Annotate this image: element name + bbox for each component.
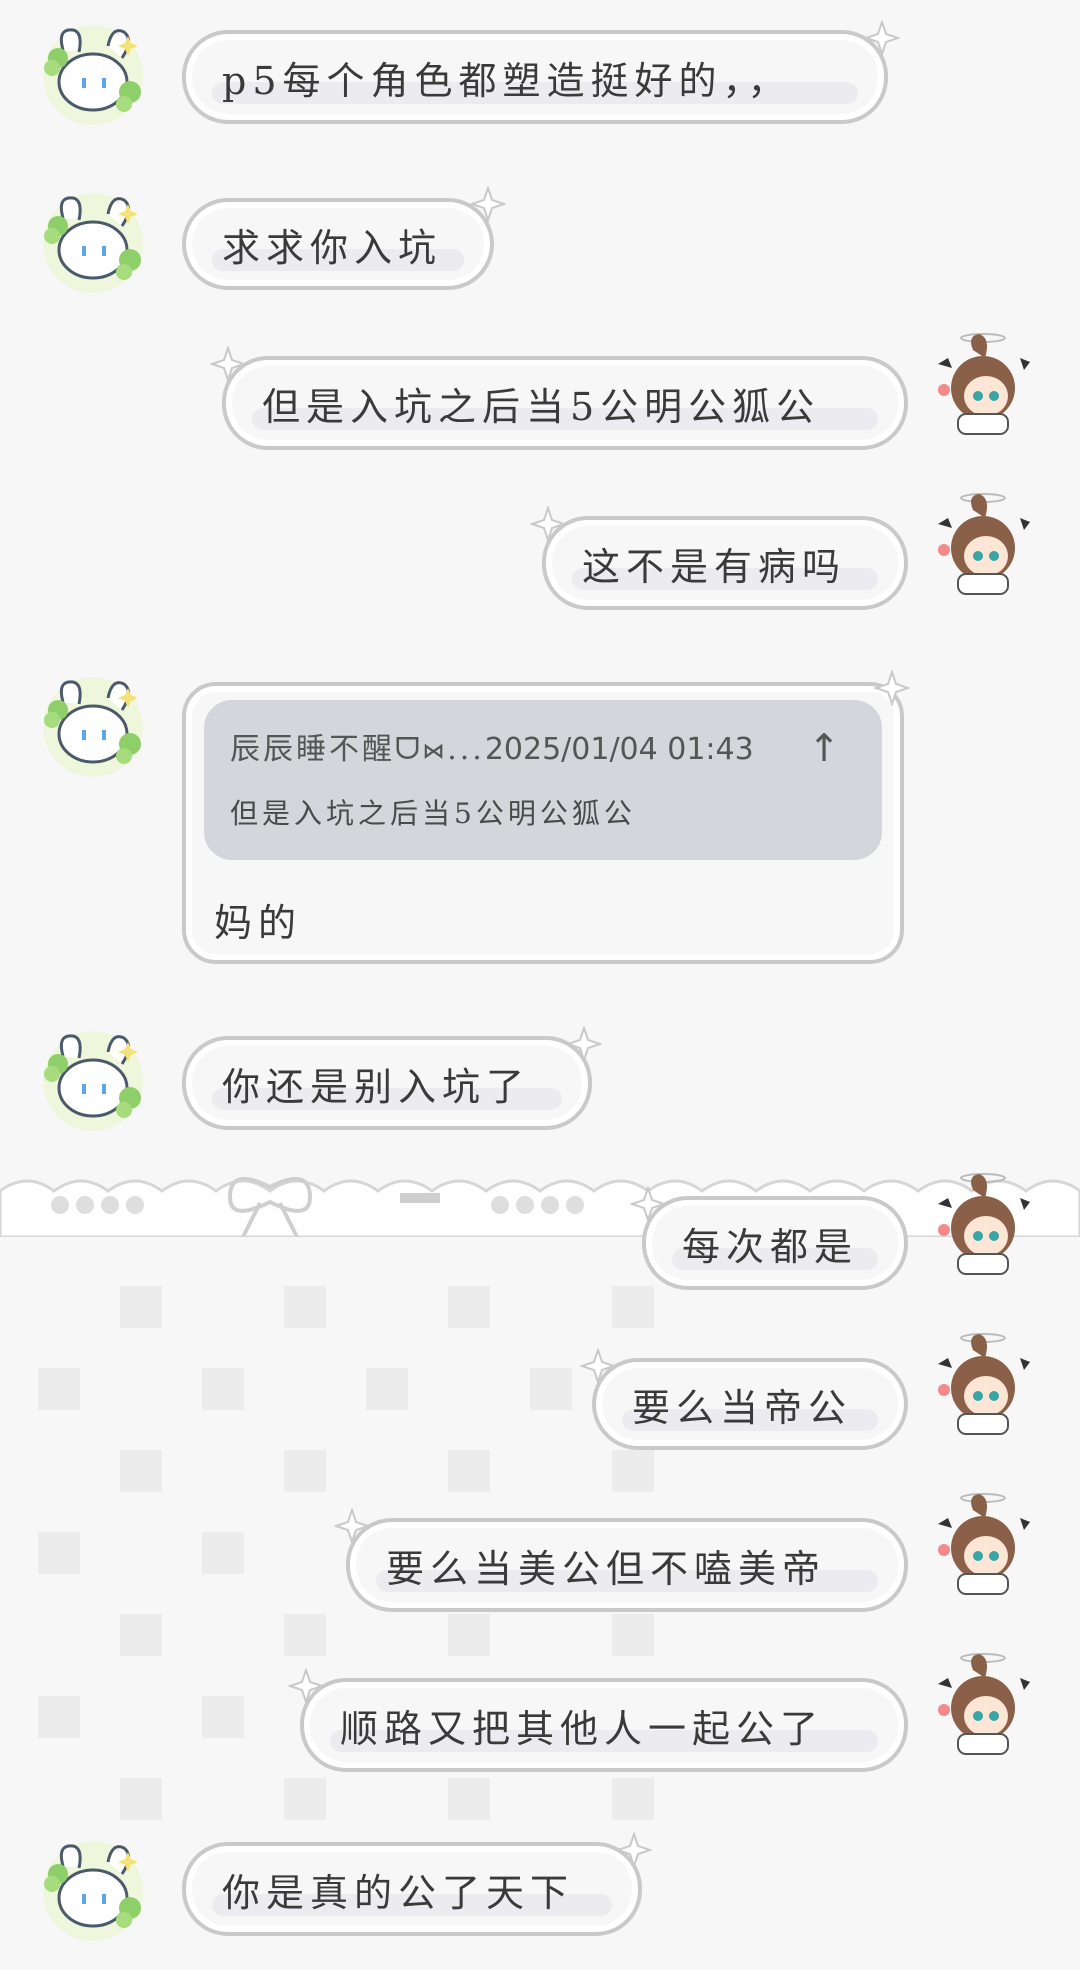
message-text: 但是入坑之后当5公明公狐公 xyxy=(262,384,821,429)
brown-hair-girl-avatar-icon[interactable] xyxy=(928,330,1038,440)
sparkle-star-icon xyxy=(470,186,506,222)
brown-hair-girl-avatar-icon[interactable] xyxy=(928,1650,1038,1760)
checker-square xyxy=(120,1450,162,1492)
quote-sender: 辰辰睡不醒ᗜ⋈... xyxy=(230,732,485,767)
message-text: 妈的 xyxy=(214,901,303,945)
sparkle-star-icon xyxy=(580,1348,616,1384)
message-bubble[interactable]: 你是真的公了天下 xyxy=(182,1842,642,1936)
checker-square xyxy=(612,1450,654,1492)
message-bubble[interactable]: 每次都是 xyxy=(642,1196,908,1290)
checker-square xyxy=(38,1532,80,1574)
quoted-reply-bubble[interactable]: 辰辰睡不醒ᗜ⋈...2025/01/04 01:43 ↑ 但是入坑之后当5公明公… xyxy=(182,682,904,964)
message-bubble[interactable]: 要么当美公但不嗑美帝 xyxy=(346,1518,908,1612)
checker-square xyxy=(448,1450,490,1492)
scallop-ribbon-divider xyxy=(0,1177,1080,1237)
checker-square xyxy=(284,1614,326,1656)
message-bubble[interactable]: 顺路又把其他人一起公了 xyxy=(300,1678,908,1772)
message-text: 求求你入坑 xyxy=(222,225,443,270)
checker-square xyxy=(202,1696,244,1738)
message-bubble[interactable]: p5每个角色都塑造挺好的，， xyxy=(182,30,888,124)
sparkle-star-icon xyxy=(566,1026,602,1062)
checker-square xyxy=(120,1286,162,1328)
bunny-clover-avatar-icon[interactable] xyxy=(38,188,148,298)
checker-square xyxy=(448,1778,490,1820)
checker-square xyxy=(448,1286,490,1328)
checker-square xyxy=(284,1286,326,1328)
quote-text: 但是入坑之后当5公明公狐公 xyxy=(230,797,636,830)
brown-hair-girl-avatar-icon[interactable] xyxy=(928,1330,1038,1440)
message-bubble[interactable]: 你还是别入坑了 xyxy=(182,1036,592,1130)
quoted-message-card[interactable]: 辰辰睡不醒ᗜ⋈...2025/01/04 01:43 ↑ 但是入坑之后当5公明公… xyxy=(204,700,882,860)
checker-square xyxy=(612,1614,654,1656)
message-text: 这不是有病吗 xyxy=(582,544,847,589)
message-bubble[interactable]: 要么当帝公 xyxy=(592,1358,908,1450)
bunny-clover-avatar-icon[interactable] xyxy=(38,1836,148,1946)
checker-square xyxy=(612,1778,654,1820)
checker-square xyxy=(530,1368,572,1410)
quote-timestamp: 2025/01/04 01:43 xyxy=(484,732,754,767)
checker-square xyxy=(612,1286,654,1328)
checker-square xyxy=(448,1614,490,1656)
bunny-clover-avatar-icon[interactable] xyxy=(38,672,148,782)
checker-square xyxy=(202,1532,244,1574)
checker-square xyxy=(38,1696,80,1738)
sparkle-star-icon xyxy=(864,20,900,56)
brown-hair-girl-avatar-icon[interactable] xyxy=(928,1170,1038,1280)
message-text: 顺路又把其他人一起公了 xyxy=(340,1706,825,1751)
bunny-clover-avatar-icon[interactable] xyxy=(38,20,148,130)
message-bubble[interactable]: 但是入坑之后当5公明公狐公 xyxy=(222,356,908,450)
checker-square xyxy=(366,1368,408,1410)
message-text: 要么当帝公 xyxy=(632,1385,853,1430)
message-text: 你是真的公了天下 xyxy=(222,1870,575,1915)
checker-square xyxy=(202,1368,244,1410)
checker-square xyxy=(284,1778,326,1820)
message-text: 要么当美公但不嗑美帝 xyxy=(386,1546,827,1591)
brown-hair-girl-avatar-icon[interactable] xyxy=(928,490,1038,600)
checker-square xyxy=(120,1614,162,1656)
sparkle-star-icon xyxy=(530,506,566,542)
message-text: p5每个角色都塑造挺好的，， xyxy=(222,58,792,103)
bunny-clover-avatar-icon[interactable] xyxy=(38,1026,148,1136)
sparkle-star-icon xyxy=(210,346,246,382)
sparkle-star-icon xyxy=(616,1832,652,1868)
checker-square xyxy=(38,1368,80,1410)
checker-square xyxy=(284,1450,326,1492)
checker-square xyxy=(120,1778,162,1820)
message-bubble[interactable]: 这不是有病吗 xyxy=(542,516,908,610)
sparkle-star-icon xyxy=(630,1186,666,1222)
sparkle-star-icon xyxy=(288,1668,324,1704)
brown-hair-girl-avatar-icon[interactable] xyxy=(928,1490,1038,1600)
message-text: 你还是别入坑了 xyxy=(222,1064,531,1109)
jump-to-quote-icon[interactable]: ↑ xyxy=(808,726,840,770)
message-bubble[interactable]: 求求你入坑 xyxy=(182,198,494,290)
sparkle-star-icon xyxy=(334,1508,370,1544)
sparkle-star-icon xyxy=(874,670,910,706)
message-text: 每次都是 xyxy=(682,1224,859,1269)
quote-header: 辰辰睡不醒ᗜ⋈...2025/01/04 01:43 xyxy=(230,724,754,768)
